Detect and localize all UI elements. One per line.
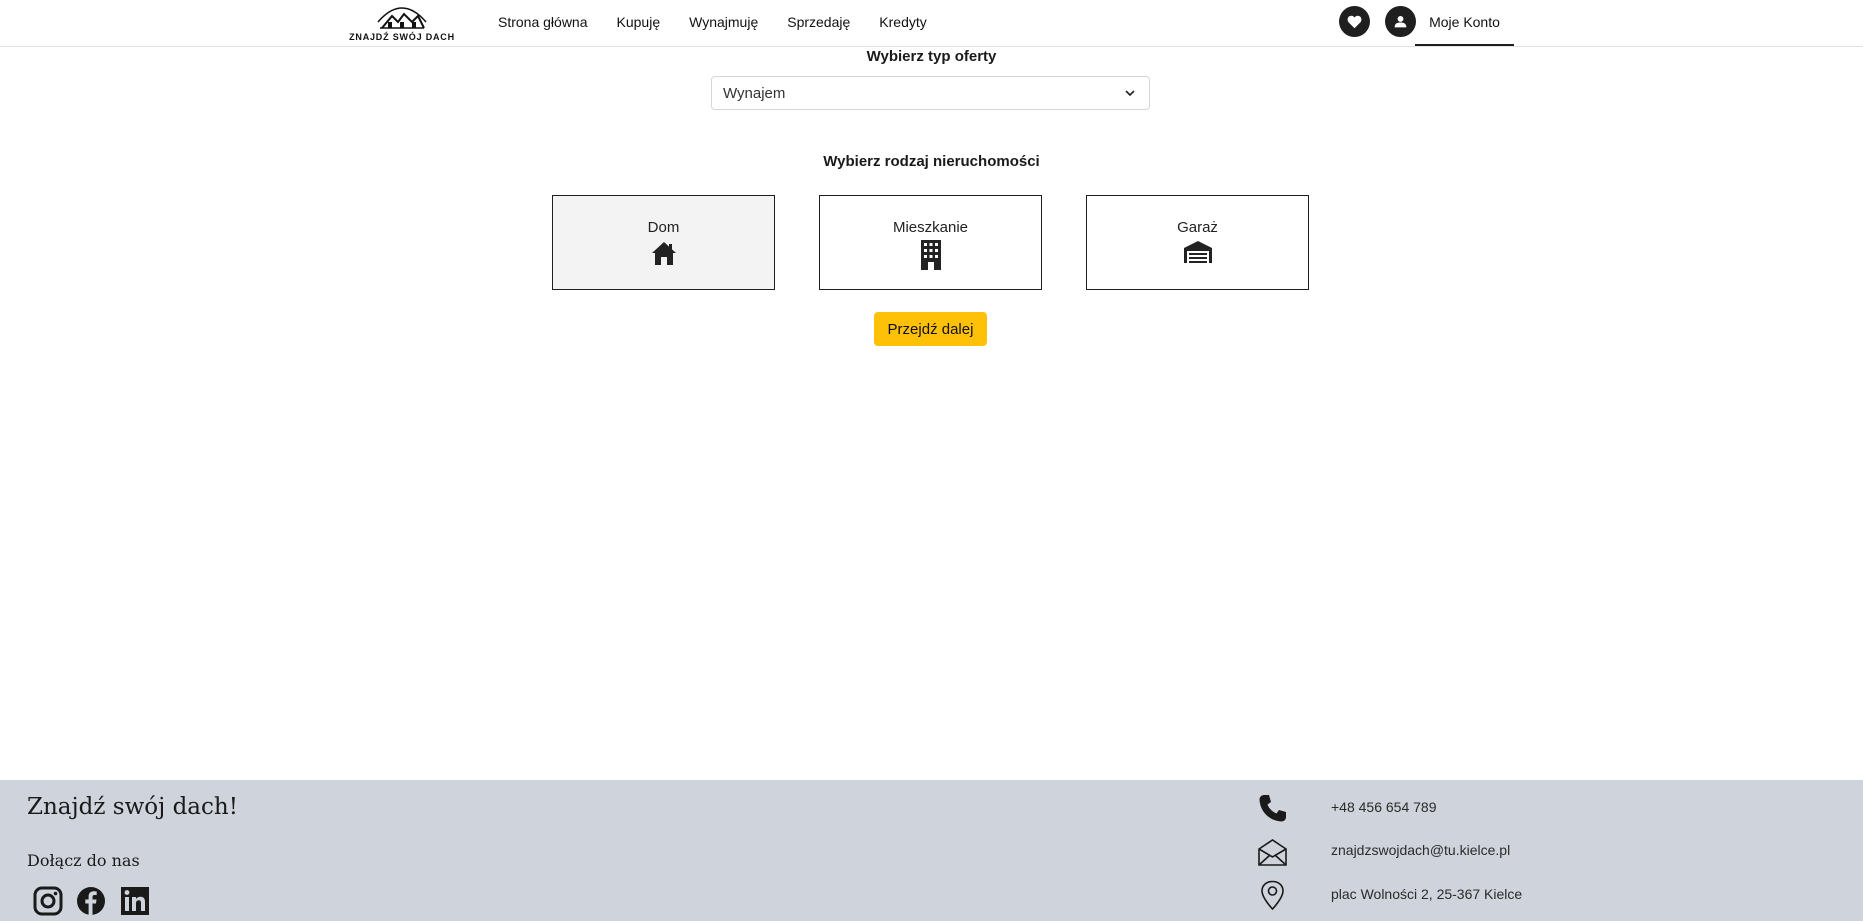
account-link[interactable]: Moje Konto [1415,0,1514,46]
footer: Znajdź swój dach! Dołącz do nas +48 456 … [0,780,1863,921]
top-navbar: ZNAJDŹ SWÓJ DACH Strona główna Kupuję Wy… [0,0,1863,47]
nav-item-home[interactable]: Strona główna [498,14,588,30]
nav-item-rent[interactable]: Wynajmuję [689,14,758,30]
roof-logo-icon [377,7,427,29]
house-icon [651,242,676,265]
location-pin-icon [1261,880,1284,911]
next-button[interactable]: Przejdź dalej [874,312,987,346]
user-button[interactable] [1385,6,1416,37]
nav-item-credits[interactable]: Kredyty [879,14,926,30]
linkedin-icon[interactable] [120,886,150,916]
building-icon [920,240,941,270]
property-option-label: Mieszkanie [892,219,969,236]
logo-text: ZNAJDŹ SWÓJ DACH [349,32,455,42]
property-option-apartment[interactable]: Mieszkanie [819,195,1042,290]
logo[interactable]: ZNAJDŹ SWÓJ DACH [346,2,458,44]
nav-item-sell[interactable]: Sprzedaję [787,14,850,30]
offer-type-select[interactable]: Wynajem [711,76,1150,110]
chevron-down-icon [1125,90,1135,97]
footer-email[interactable]: znajdzswojdach@tu.kielce.pl [1331,842,1510,858]
main-nav: Strona główna Kupuję Wynajmuję Sprzedaję… [498,0,956,44]
footer-phone[interactable]: +48 456 654 789 [1331,799,1437,815]
nav-item-buy[interactable]: Kupuję [617,14,661,30]
property-option-label: Garaż [1177,219,1218,236]
footer-address: plac Wolności 2, 25-367 Kielce [1331,886,1523,902]
offer-type-heading: Wybierz typ oferty [866,48,997,65]
property-option-garage[interactable]: Garaż [1086,195,1309,290]
facebook-icon[interactable] [76,886,106,916]
property-option-house[interactable]: Dom [552,195,775,290]
footer-title: Znajdź swój dach! [27,794,238,820]
user-icon [1394,15,1407,28]
favorites-button[interactable] [1339,6,1370,37]
heart-icon [1347,15,1362,28]
mail-icon [1258,839,1287,866]
phone-icon [1259,795,1286,822]
property-type-heading: Wybierz rodzaj nieruchomości [823,153,1040,170]
garage-icon [1183,241,1212,263]
property-option-label: Dom [647,219,680,236]
instagram-icon[interactable] [33,886,63,916]
offer-type-value: Wynajem [723,84,786,102]
footer-join-label: Dołącz do nas [27,851,140,870]
